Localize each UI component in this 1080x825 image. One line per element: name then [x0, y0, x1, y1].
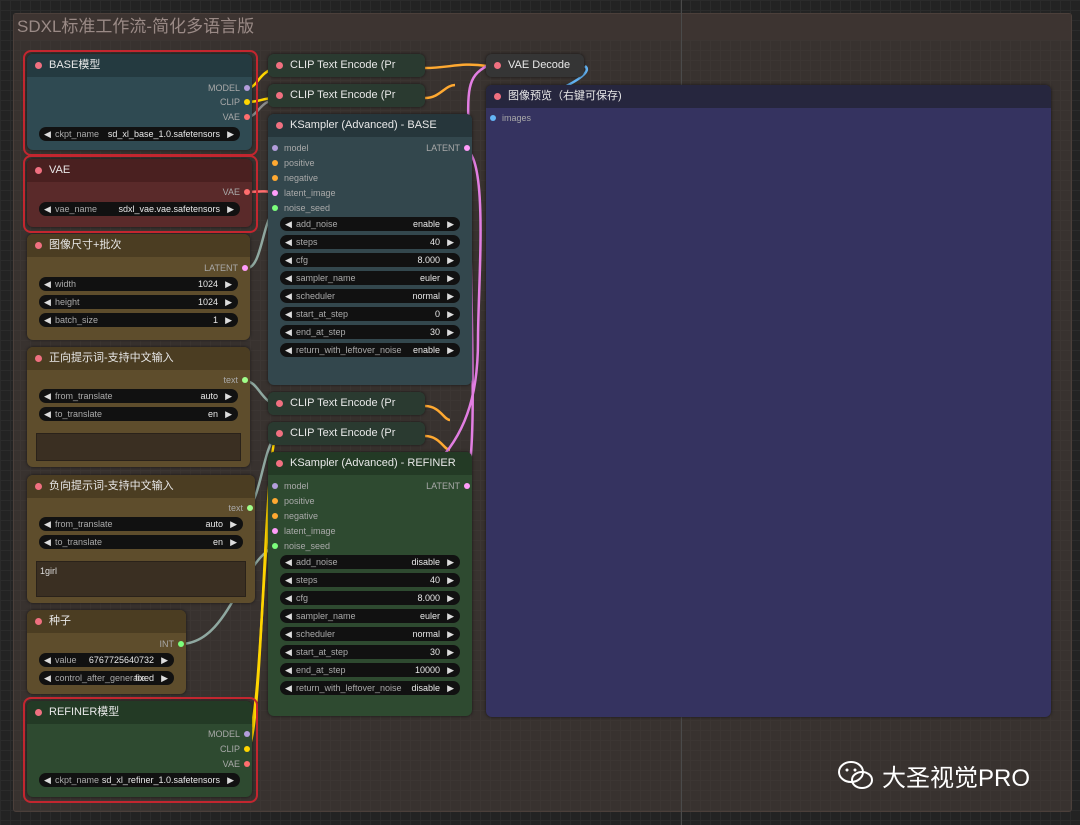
vae-decode-node[interactable]: VAE Decode	[486, 54, 584, 77]
output-text[interactable]: text	[223, 373, 248, 387]
seed-node[interactable]: 种子 INT ◀ value 6767725640732 ▶ ◀ control_aft…	[27, 610, 186, 694]
output-text[interactable]: text	[228, 501, 253, 515]
ksampler-base-title[interactable]: KSampler (Advanced) - BASE	[268, 114, 472, 137]
vae-loader-node[interactable]: VAE VAE ◀ vae_name sdxl_vae.vae.safetensor…	[27, 159, 252, 227]
output-latent[interactable]: LATENT	[426, 141, 470, 155]
add-noise-widget[interactable]: ◀ add_noise disable ▶	[280, 555, 460, 569]
start-at-step-widget[interactable]: ◀ start_at_step 0 ▶	[280, 307, 460, 321]
batch-size-widget[interactable]: ◀ batch_size 1 ▶	[39, 313, 238, 327]
group-title: SDXL标准工作流-简化多语言版	[14, 14, 1071, 40]
input-latent-image[interactable]: latent_image	[272, 186, 336, 200]
sampler-name-widget[interactable]: ◀ sampler_name euler ▶	[280, 271, 460, 285]
end-at-step-widget[interactable]: ◀ end_at_step 30 ▶	[280, 325, 460, 339]
input-model[interactable]: model	[272, 479, 309, 493]
watermark-text: 大圣视觉PRO	[882, 765, 1031, 792]
cfg-widget[interactable]: ◀ cfg 8.000 ▶	[280, 253, 460, 267]
to-translate-widget[interactable]: ◀ to_translate en ▶	[39, 535, 243, 549]
negative-prompt-textarea[interactable]: 1girl	[36, 561, 246, 597]
positive-prompt-textarea[interactable]	[36, 433, 241, 461]
negative-prompt-title[interactable]: 负向提示词-支持中文输入	[27, 475, 255, 498]
ckpt-name-widget[interactable]: ◀ ckpt_name sd_xl_base_1.0.safetensors ▶	[39, 127, 240, 141]
add-noise-widget[interactable]: ◀ add_noise enable ▶	[280, 217, 460, 231]
input-negative[interactable]: negative	[272, 509, 318, 523]
refiner-model-title[interactable]: REFINER模型	[27, 701, 252, 724]
clip-text-encode-title[interactable]: CLIP Text Encode (Pr	[268, 54, 425, 77]
output-clip[interactable]: CLIP	[220, 742, 250, 756]
vae-name-widget[interactable]: ◀ vae_name sdxl_vae.vae.safetensors ▶	[39, 202, 240, 216]
scheduler-widget[interactable]: ◀ scheduler normal ▶	[280, 627, 460, 641]
base-model-node[interactable]: BASE模型 MODEL CLIP VAE ◀ ckpt_name sd_xl_ba…	[27, 54, 252, 150]
seed-title[interactable]: 种子	[27, 610, 186, 633]
cfg-widget[interactable]: ◀ cfg 8.000 ▶	[280, 591, 460, 605]
output-vae[interactable]: VAE	[223, 757, 250, 771]
image-size-title[interactable]: 图像尺寸+批次	[27, 234, 250, 257]
positive-prompt-title[interactable]: 正向提示词-支持中文输入	[27, 347, 250, 370]
input-images[interactable]: images	[490, 111, 531, 125]
height-widget[interactable]: ◀ height 1024 ▶	[39, 295, 238, 309]
refiner-model-node[interactable]: REFINER模型 MODEL CLIP VAE ◀ ckpt_name sd_xl…	[27, 701, 252, 797]
ckpt-name-widget[interactable]: ◀ ckpt_name sd_xl_refiner_1.0.safetensors ▶	[39, 773, 240, 787]
output-vae[interactable]: VAE	[223, 110, 250, 124]
output-int[interactable]: INT	[160, 637, 184, 651]
image-preview-title[interactable]: 图像预览（右键可保存)	[486, 85, 1051, 108]
seed-value-widget[interactable]: ◀ value 6767725640732 ▶	[39, 653, 174, 667]
ksampler-refiner-node[interactable]: KSampler (Advanced) - REFINER LATENT mod…	[268, 452, 472, 716]
vae-decode-title[interactable]: VAE Decode	[486, 54, 584, 77]
output-latent[interactable]: LATENT	[204, 261, 248, 275]
clip-text-encode-node[interactable]: CLIP Text Encode (Pr	[268, 422, 425, 445]
width-widget[interactable]: ◀ width 1024 ▶	[39, 277, 238, 291]
input-positive[interactable]: positive	[272, 494, 315, 508]
vae-loader-title[interactable]: VAE	[27, 159, 252, 182]
input-latent-image[interactable]: latent_image	[272, 524, 336, 538]
wechat-icon	[838, 761, 873, 789]
steps-widget[interactable]: ◀ steps 40 ▶	[280, 235, 460, 249]
input-noise-seed[interactable]: noise_seed	[272, 539, 330, 553]
image-size-node[interactable]: 图像尺寸+批次 LATENT ◀ width 1024 ▶ ◀ height 1024 ▶ …	[27, 234, 250, 340]
control-after-generate-widget[interactable]: ◀ control_after_generate fixed ▶	[39, 671, 174, 685]
start-at-step-widget[interactable]: ◀ start_at_step 30 ▶	[280, 645, 460, 659]
clip-text-encode-title[interactable]: CLIP Text Encode (Pr	[268, 84, 425, 107]
positive-prompt-node[interactable]: 正向提示词-支持中文输入 text ◀ from_translate auto ▶ ◀…	[27, 347, 250, 467]
input-model[interactable]: model	[272, 141, 309, 155]
to-translate-widget[interactable]: ◀ to_translate en ▶	[39, 407, 238, 421]
clip-text-encode-title[interactable]: CLIP Text Encode (Pr	[268, 392, 425, 415]
clip-text-encode-node[interactable]: CLIP Text Encode (Pr	[268, 84, 425, 107]
end-at-step-widget[interactable]: ◀ end_at_step 10000 ▶	[280, 663, 460, 677]
ksampler-base-node[interactable]: KSampler (Advanced) - BASE LATENT model …	[268, 114, 472, 385]
input-noise-seed[interactable]: noise_seed	[272, 201, 330, 215]
steps-widget[interactable]: ◀ steps 40 ▶	[280, 573, 460, 587]
input-negative[interactable]: negative	[272, 171, 318, 185]
from-translate-widget[interactable]: ◀ from_translate auto ▶	[39, 517, 243, 531]
output-model[interactable]: MODEL	[208, 727, 250, 741]
clip-text-encode-node[interactable]: CLIP Text Encode (Pr	[268, 54, 425, 77]
output-vae[interactable]: VAE	[223, 185, 250, 199]
return-with-leftover-noise-widget[interactable]: ◀ return_with_leftover_noise disable ▶	[280, 681, 460, 695]
output-model[interactable]: MODEL	[208, 81, 250, 95]
output-clip[interactable]: CLIP	[220, 95, 250, 109]
clip-text-encode-title[interactable]: CLIP Text Encode (Pr	[268, 422, 425, 445]
sampler-name-widget[interactable]: ◀ sampler_name euler ▶	[280, 609, 460, 623]
input-positive[interactable]: positive	[272, 156, 315, 170]
clip-text-encode-node[interactable]: CLIP Text Encode (Pr	[268, 392, 425, 415]
negative-prompt-node[interactable]: 负向提示词-支持中文输入 text ◀ from_translate auto ▶ ◀…	[27, 475, 255, 603]
output-latent[interactable]: LATENT	[426, 479, 470, 493]
scheduler-widget[interactable]: ◀ scheduler normal ▶	[280, 289, 460, 303]
from-translate-widget[interactable]: ◀ from_translate auto ▶	[39, 389, 238, 403]
image-preview-node[interactable]: 图像预览（右键可保存) images	[486, 85, 1051, 717]
return-with-leftover-noise-widget[interactable]: ◀ return_with_leftover_noise enable ▶	[280, 343, 460, 357]
base-model-title[interactable]: BASE模型	[27, 54, 252, 77]
ksampler-refiner-title[interactable]: KSampler (Advanced) - REFINER	[268, 452, 472, 475]
